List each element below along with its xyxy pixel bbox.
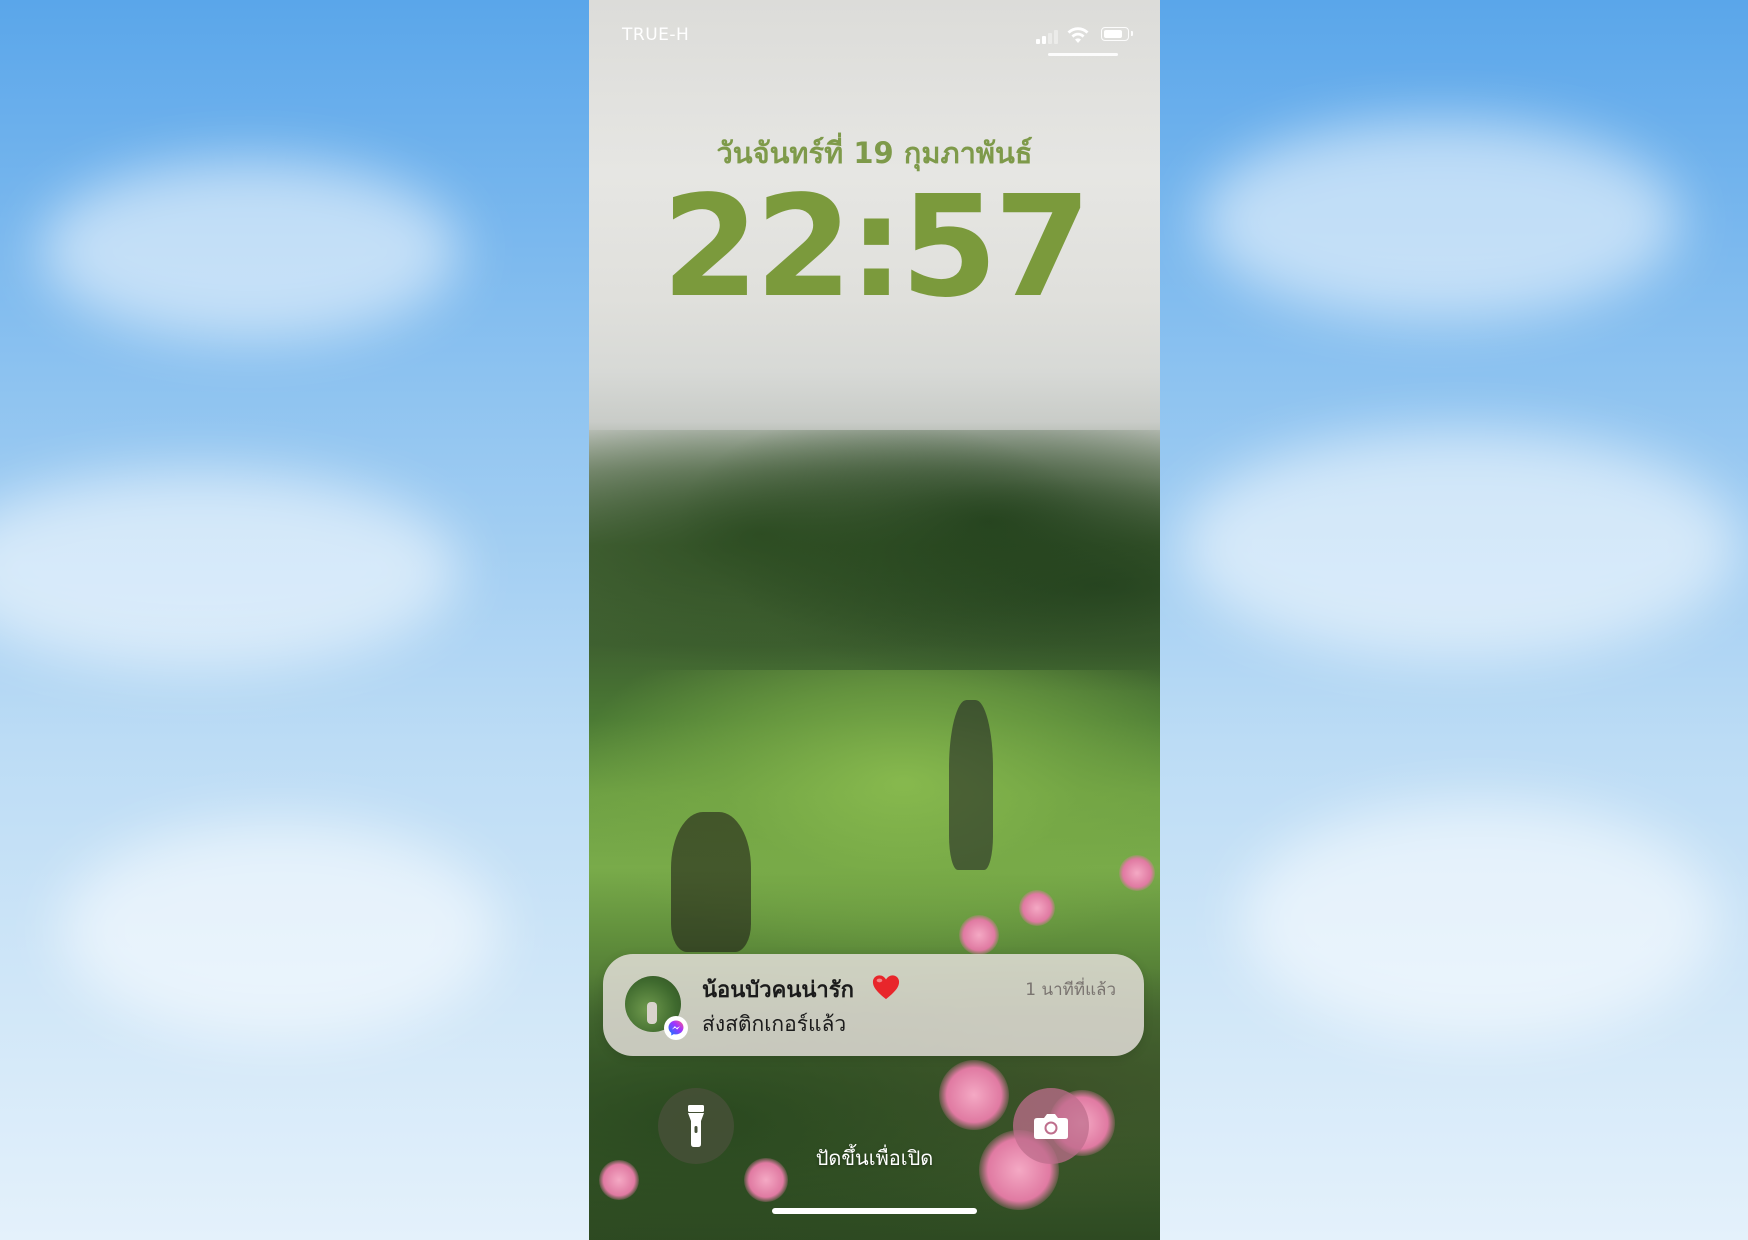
lock-screen-clock: 22:57 (661, 166, 1092, 329)
status-underline (1048, 53, 1118, 56)
wifi-icon (1067, 27, 1089, 43)
carrier-label: TRUE-H (622, 25, 690, 45)
messenger-icon (664, 1016, 688, 1040)
notification-card[interactable]: น้อนบัวคนน่ารัก 1 นาทีที่แล้ว ส่งสติกเกอ… (603, 954, 1144, 1056)
wallpaper-rose (959, 915, 999, 955)
wallpaper-rose (939, 1060, 1009, 1130)
notification-time: 1 นาทีที่แล้ว (1025, 980, 1116, 1000)
cloud (1180, 430, 1740, 660)
phone-lock-screen[interactable]: TRUE-H วันจันทร์ที่ 19 กุมภาพันธ์ 22:57 (589, 0, 1160, 1240)
red-heart-icon (872, 975, 900, 1000)
wallpaper-rose (1019, 890, 1055, 926)
notification-message: ส่งสติกเกอร์แล้ว (702, 1012, 847, 1036)
battery-icon (1101, 27, 1133, 41)
wallpaper-trees (589, 430, 1160, 690)
home-indicator[interactable] (772, 1208, 977, 1214)
cloud (0, 470, 460, 670)
wallpaper-rose (1119, 855, 1155, 891)
cloud (40, 160, 460, 340)
notification-sender: น้อนบัวคนน่ารัก (702, 978, 854, 1003)
cloud (60, 820, 500, 1040)
wallpaper-person (949, 700, 993, 870)
camera-icon (1034, 1114, 1068, 1139)
sky-background: TRUE-H วันจันทร์ที่ 19 กุมภาพันธ์ 22:57 (0, 0, 1748, 1240)
signal-bars-icon (1036, 30, 1062, 44)
cloud (1200, 120, 1680, 320)
battery-level-fill (1104, 30, 1122, 38)
cloud (1240, 800, 1720, 1040)
status-bar: TRUE-H (589, 20, 1160, 50)
swipe-up-hint: ปัดขึ้นเพื่อเปิด (815, 1146, 934, 1170)
wallpaper-person (671, 812, 751, 952)
